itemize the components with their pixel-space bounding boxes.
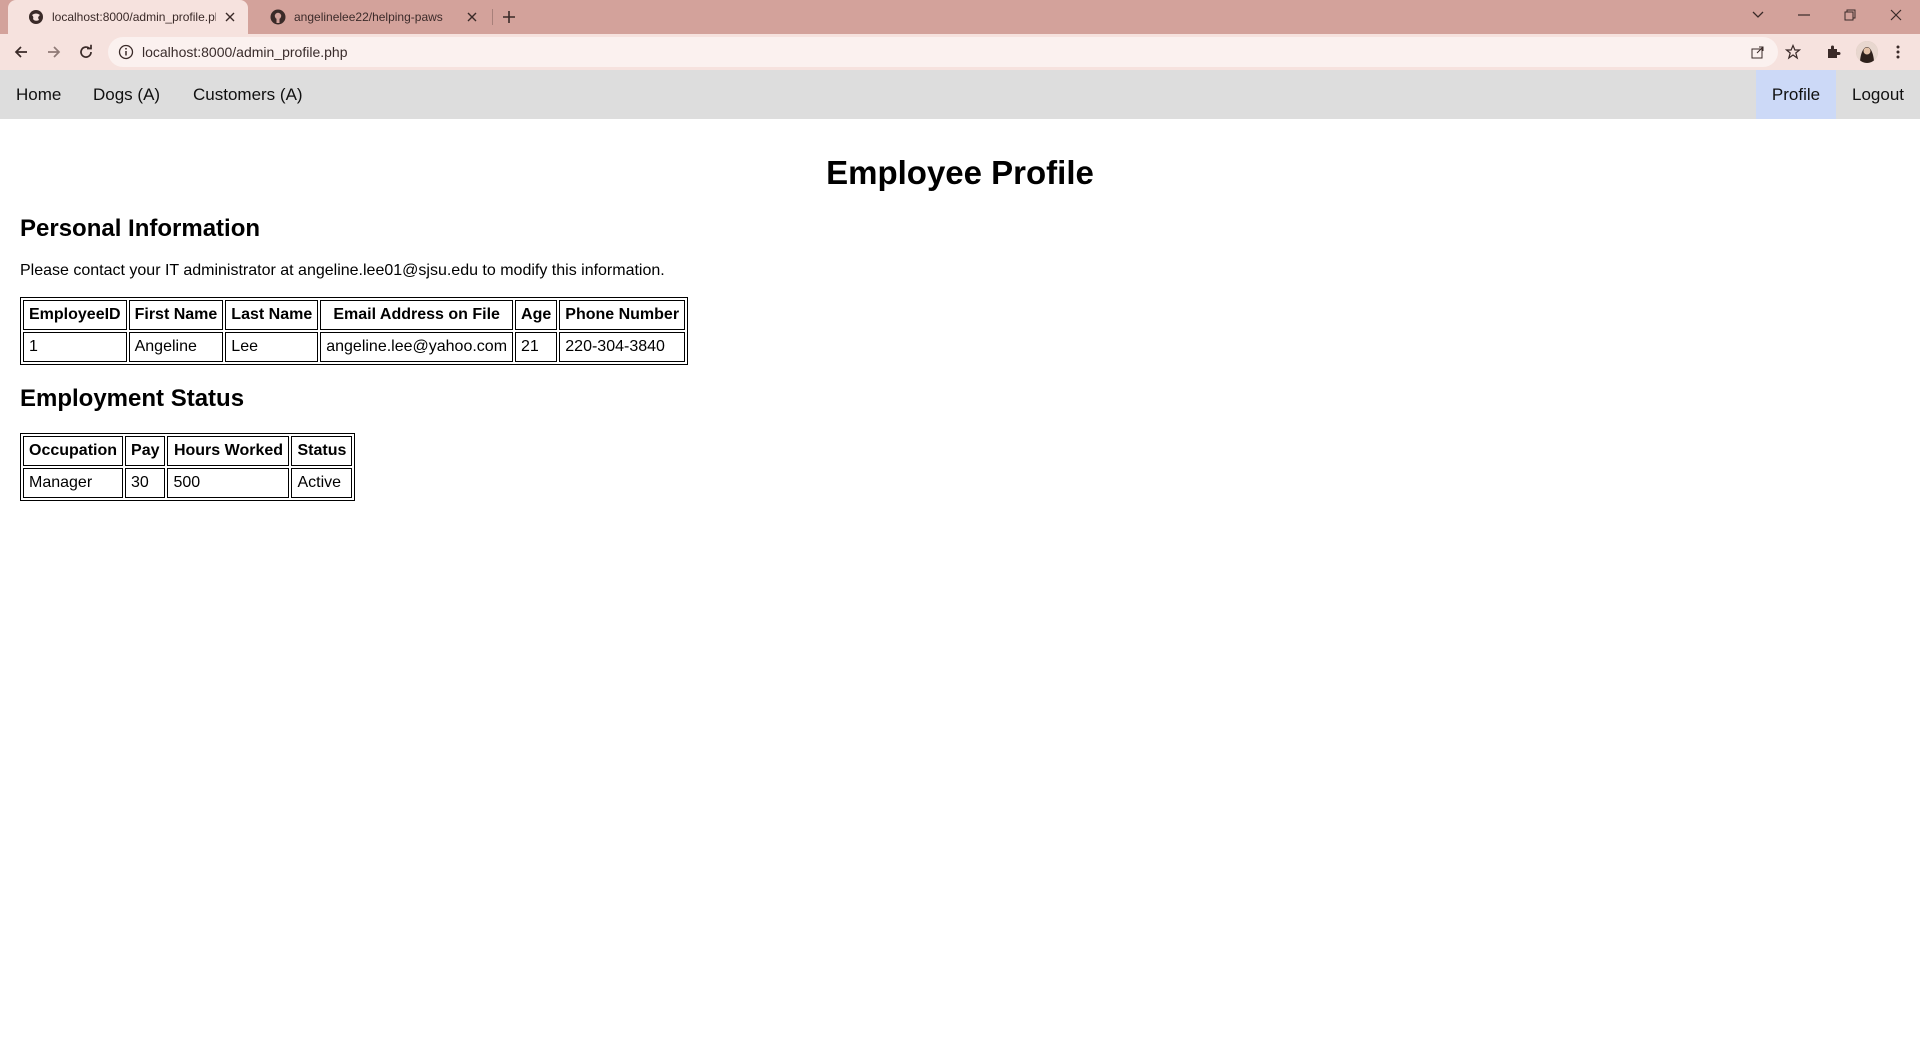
cell-status: Active (291, 468, 353, 498)
globe-icon (28, 9, 44, 25)
tab-title: localhost:8000/admin_profile.php (52, 10, 216, 24)
menu-dots-icon[interactable] (1889, 43, 1907, 61)
new-tab-icon[interactable] (498, 6, 520, 28)
restore-icon[interactable] (1828, 0, 1872, 30)
tab-search-icon[interactable] (1736, 0, 1780, 30)
tab-close-icon[interactable] (464, 9, 480, 25)
profile-avatar-icon[interactable] (1856, 41, 1878, 63)
cell-first-name: Angeline (128, 332, 224, 362)
tab-title: angelinelee22/helping-paws (294, 10, 443, 24)
table-row: 1 Angeline Lee angeline.lee@yahoo.com 21… (23, 332, 686, 362)
col-header-first-name: First Name (128, 300, 224, 330)
table-header-row: EmployeeID First Name Last Name Email Ad… (23, 300, 686, 330)
cell-pay: 30 (125, 468, 166, 498)
col-header-status: Status (291, 436, 353, 466)
extensions-icon[interactable] (1824, 43, 1842, 61)
col-header-hours-worked: Hours Worked (167, 436, 290, 466)
col-header-age: Age (515, 300, 558, 330)
bookmark-star-icon[interactable] (1784, 43, 1802, 61)
tab-separator (492, 9, 493, 25)
address-bar[interactable]: localhost:8000/admin_profile.php (108, 37, 1778, 67)
cell-age: 21 (515, 332, 558, 362)
nav-profile[interactable]: Profile (1756, 70, 1836, 119)
nav-home[interactable]: Home (0, 70, 77, 119)
tab-github[interactable]: angelinelee22/helping-paws (250, 0, 490, 34)
minimize-icon[interactable] (1782, 0, 1826, 30)
table-row: Manager 30 500 Active (23, 468, 353, 498)
cell-hours-worked: 500 (167, 468, 290, 498)
contact-note: Please contact your IT administrator at … (20, 262, 665, 279)
reload-icon[interactable] (74, 40, 98, 64)
cell-occupation: Manager (23, 468, 124, 498)
tab-close-icon[interactable] (222, 9, 238, 25)
nav-dogs[interactable]: Dogs (A) (77, 70, 176, 119)
cell-employee-id: 1 (23, 332, 127, 362)
share-icon[interactable] (1750, 44, 1766, 60)
cell-last-name: Lee (225, 332, 319, 362)
forward-icon[interactable] (42, 40, 66, 64)
col-header-pay: Pay (125, 436, 166, 466)
col-header-phone: Phone Number (559, 300, 686, 330)
col-header-employee-id: EmployeeID (23, 300, 127, 330)
info-icon[interactable] (118, 44, 134, 60)
nav-logout[interactable]: Logout (1836, 70, 1920, 119)
tab-admin-profile[interactable]: localhost:8000/admin_profile.php (8, 0, 248, 34)
table-header-row: Occupation Pay Hours Worked Status (23, 436, 353, 466)
col-header-email: Email Address on File (320, 300, 514, 330)
page-title: Employee Profile (826, 154, 1094, 191)
browser-toolbar: localhost:8000/admin_profile.php (0, 34, 1920, 70)
cell-email: angeline.lee@yahoo.com (320, 332, 514, 362)
employment-status-heading: Employment Status (20, 385, 245, 412)
cell-phone: 220-304-3840 (559, 332, 686, 362)
tab-strip: localhost:8000/admin_profile.php angelin… (0, 0, 1920, 34)
site-navbar: Home Dogs (A) Customers (A) Profile Logo… (0, 70, 1920, 119)
url-text: localhost:8000/admin_profile.php (142, 44, 348, 60)
personal-info-heading: Personal Information (20, 215, 261, 242)
col-header-occupation: Occupation (23, 436, 124, 466)
nav-customers[interactable]: Customers (A) (177, 70, 319, 119)
close-window-icon[interactable] (1874, 0, 1918, 30)
back-icon[interactable] (9, 40, 33, 64)
employment-status-table: Occupation Pay Hours Worked Status Manag… (20, 433, 356, 501)
github-icon (270, 9, 286, 25)
personal-info-table: EmployeeID First Name Last Name Email Ad… (20, 297, 689, 365)
col-header-last-name: Last Name (225, 300, 319, 330)
